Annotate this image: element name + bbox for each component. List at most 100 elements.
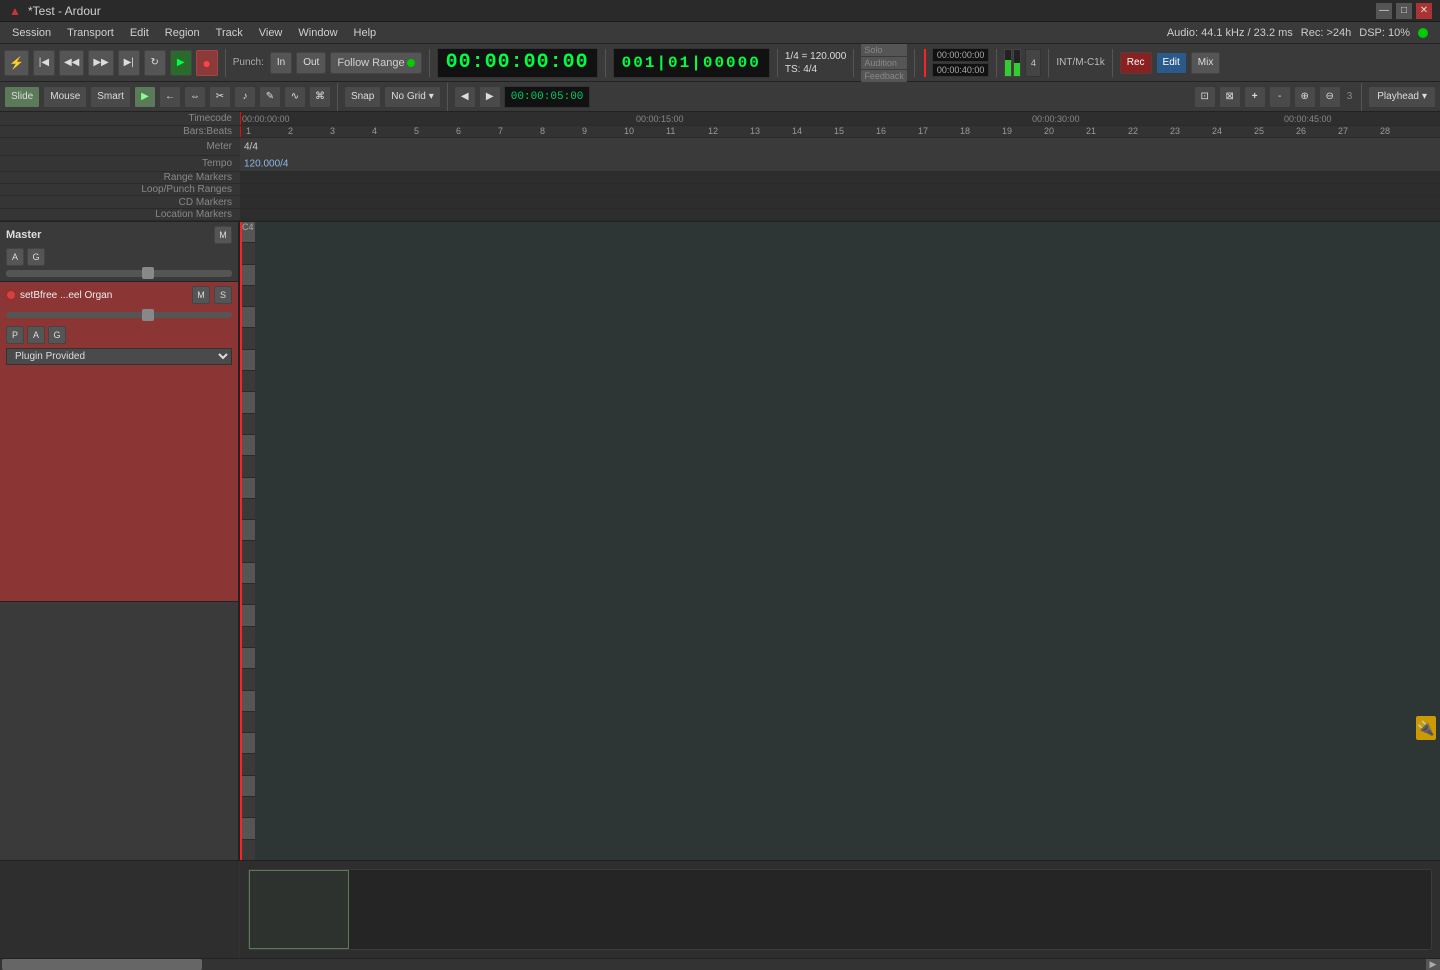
record-button[interactable]: ● [196, 50, 218, 76]
edit-button[interactable]: Edit [1156, 52, 1187, 74]
ruler-area: Timecode 00:00:00:00 00:00:15:00 00:00:3… [0, 112, 1440, 222]
grid-button[interactable]: No Grid ▾ [384, 86, 440, 108]
range-markers-label: Range Markers [0, 172, 240, 183]
piano-key-14 [240, 499, 255, 520]
tracks-container: Master M A G setBfree ...eel Organ M S [0, 222, 1440, 860]
track-g-button[interactable]: G [48, 326, 66, 344]
menu-session[interactable]: Session [4, 25, 59, 41]
smart-button[interactable]: Smart [90, 86, 131, 108]
zoom-fit-selection-button[interactable]: ⊠ [1219, 86, 1241, 108]
main-time-display[interactable]: 00:00:00:00 [437, 48, 598, 78]
arrow-left-icon-button[interactable]: ← [159, 86, 181, 108]
playhead-indicator [924, 49, 926, 77]
tc-mark-45: 00:00:45:00 [1284, 114, 1332, 124]
master-fader-track[interactable] [6, 270, 232, 277]
clock-1-display: 00:00:00:00 [932, 48, 990, 62]
piano-key-13 [240, 478, 255, 499]
scroll-right-arrow[interactable]: ▶ [1426, 959, 1440, 970]
h-scrollbar-track[interactable]: ▶ [0, 958, 1440, 970]
track-a-button[interactable]: A [27, 326, 45, 344]
lock-icon-button[interactable]: ⌘ [309, 86, 331, 108]
nudge-forward-button[interactable]: ▶ [479, 86, 501, 108]
track-fader-track[interactable] [6, 312, 232, 318]
edit-toolbar: Slide Mouse Smart ▶ ← ⇔ ✂ ♪ ✎ ∿ ⌘ Snap N… [0, 82, 1440, 112]
close-button[interactable]: ✕ [1416, 3, 1432, 19]
cut-icon-button[interactable]: ✂ [209, 86, 231, 108]
piano-key-11 [240, 435, 255, 456]
bar-21: 21 [1086, 126, 1096, 136]
zoom-out-button[interactable]: - [1269, 86, 1291, 108]
menu-transport[interactable]: Transport [59, 25, 122, 41]
window-controls[interactable]: — □ ✕ [1376, 3, 1432, 19]
play-icon-button[interactable]: ▶ [134, 86, 156, 108]
bbt-label: 1/4 = 120.000 [785, 51, 846, 62]
midi-panic-button[interactable]: ⚡ [4, 50, 29, 76]
follow-range-button[interactable]: Follow Range [330, 52, 421, 74]
track-btn-row: P A G [6, 326, 232, 344]
master-g-button[interactable]: G [27, 248, 45, 266]
usb-device-icon: 🔌 [1416, 716, 1436, 740]
bar-19: 19 [1002, 126, 1012, 136]
zoom-collapse-button[interactable]: ⊖ [1319, 86, 1341, 108]
menu-help[interactable]: Help [346, 25, 385, 41]
rec-button[interactable]: Rec [1120, 52, 1152, 74]
loop-punch-row: Loop/Punch Ranges [0, 184, 1440, 196]
bar-12: 12 [708, 126, 718, 136]
h-scrollbar-thumb[interactable] [2, 959, 202, 970]
punch-out-button[interactable]: Out [296, 52, 326, 74]
monitor-audition-label[interactable]: Audition [861, 57, 907, 69]
slide-mode-button[interactable]: Slide [4, 86, 40, 108]
menu-view[interactable]: View [251, 25, 291, 41]
minimize-button[interactable]: — [1376, 3, 1392, 19]
master-fader-thumb[interactable] [142, 267, 154, 279]
rewind-button[interactable]: ◀◀ [59, 50, 84, 76]
plugin-dropdown[interactable]: Plugin Provided [6, 348, 232, 365]
menu-region[interactable]: Region [157, 25, 208, 41]
grid-lanes[interactable] [256, 222, 1440, 860]
loop-button[interactable]: ↻ [144, 50, 166, 76]
playhead-button[interactable]: Playhead ▾ [1368, 86, 1436, 108]
track-fader-thumb[interactable] [142, 309, 154, 321]
zoom-expand-button[interactable]: ⊕ [1294, 86, 1316, 108]
zoom-in-button[interactable]: + [1244, 86, 1266, 108]
minimap-container [0, 861, 1440, 958]
separator-edit-2 [447, 83, 448, 111]
bbpos-display[interactable]: 001|01|00000 [613, 48, 770, 78]
menu-track[interactable]: Track [208, 25, 251, 41]
wave-icon-button[interactable]: ∿ [284, 86, 306, 108]
mix-button[interactable]: Mix [1191, 52, 1221, 74]
rewind-to-start-button[interactable]: |◀ [33, 50, 55, 76]
monitor-solo-label[interactable]: Solo [861, 44, 907, 56]
mouse-mode-button[interactable]: Mouse [43, 86, 87, 108]
nudge-back-button[interactable]: ◀ [454, 86, 476, 108]
minimap-track[interactable] [248, 869, 1432, 950]
tempo-value: 120.000/4 [244, 158, 289, 169]
fast-forward-button[interactable]: ▶▶ [88, 50, 113, 76]
slip-icon-button[interactable]: ⇔ [184, 86, 206, 108]
punch-in-button[interactable]: In [270, 52, 292, 74]
menu-bar-left: Session Transport Edit Region Track View… [4, 25, 384, 41]
master-a-button[interactable]: A [6, 248, 24, 266]
bar-28: 28 [1380, 126, 1390, 136]
menu-window[interactable]: Window [290, 25, 345, 41]
minimap-viewport[interactable] [249, 870, 349, 949]
monitor-feedback-label[interactable]: Feedback [861, 70, 907, 82]
c4-label: C4 [242, 222, 254, 232]
punch-label: Punch: [233, 57, 264, 68]
maximize-button[interactable]: □ [1396, 3, 1412, 19]
play-button[interactable]: ▶ [170, 50, 192, 76]
draw-icon-button[interactable]: ✎ [259, 86, 281, 108]
snap-button[interactable]: Snap [344, 86, 381, 108]
zoom-fit-tracks-button[interactable]: ⊡ [1194, 86, 1216, 108]
track-p-button[interactable]: P [6, 326, 24, 344]
master-m-button[interactable]: M [214, 226, 232, 244]
track-s-button[interactable]: S [214, 286, 232, 304]
piano-key-26 [240, 754, 255, 775]
speaker-icon-button[interactable]: ♪ [234, 86, 256, 108]
track-active-led[interactable] [6, 290, 16, 300]
piano-key-19 [240, 605, 255, 626]
fast-forward-to-end-button[interactable]: ▶| [118, 50, 140, 76]
track-content[interactable]: C4 [240, 222, 1440, 860]
menu-edit[interactable]: Edit [122, 25, 157, 41]
track-m-button[interactable]: M [192, 286, 210, 304]
